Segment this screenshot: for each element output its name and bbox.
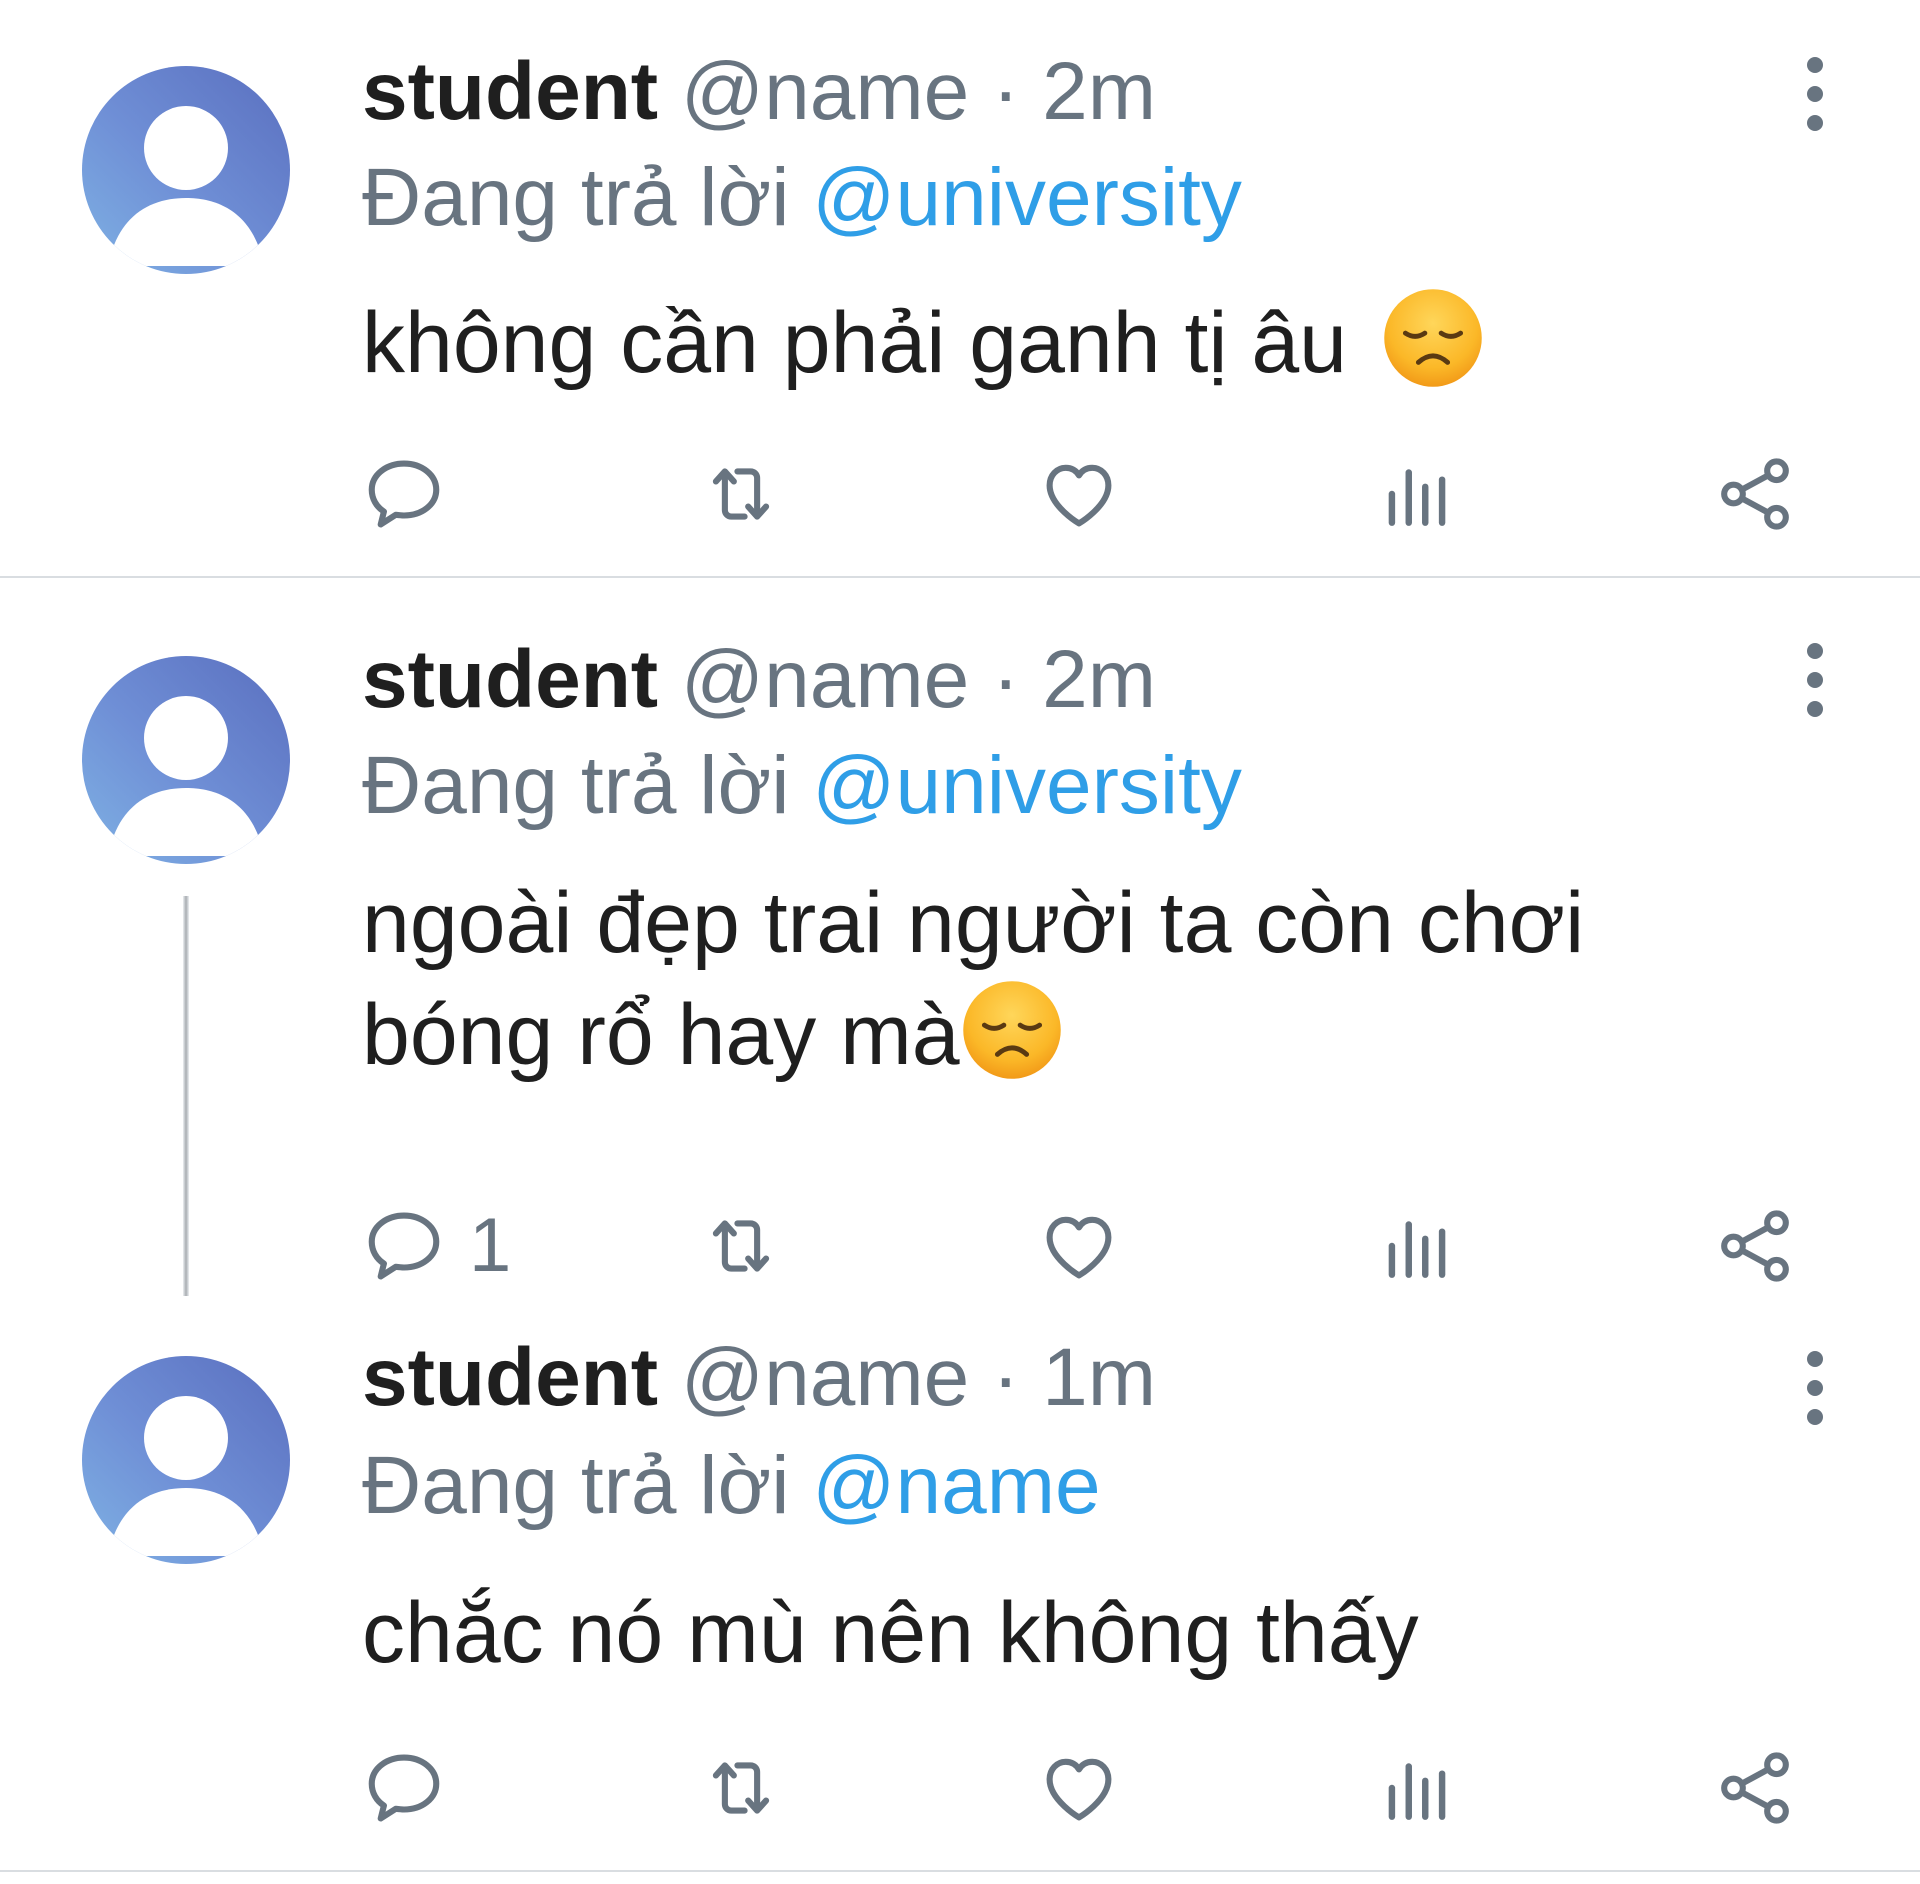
tweet-text: chắc nó mù nên không thấy [362, 1578, 1782, 1688]
retweet-icon [698, 451, 784, 537]
default-user-icon [82, 1356, 290, 1564]
avatar[interactable] [82, 66, 290, 274]
mention-link[interactable]: @university [812, 152, 1242, 243]
views-button[interactable] [1374, 1196, 1460, 1296]
divider [0, 1870, 1920, 1872]
disappointed-face-emoji [1381, 286, 1485, 390]
reply-count: 1 [469, 1203, 512, 1288]
display-name[interactable]: student [362, 46, 658, 137]
reply-button[interactable] [361, 444, 469, 544]
timestamp[interactable]: 2m [1042, 46, 1156, 137]
tweet-text-content: chắc nó mù nên không thấy [362, 1585, 1419, 1681]
mention-link[interactable]: @university [812, 740, 1242, 831]
reply-icon [361, 1203, 447, 1289]
display-name[interactable]: student [362, 1332, 658, 1423]
separator-dot: · [992, 634, 1020, 725]
reply-icon [361, 451, 447, 537]
default-user-icon [82, 656, 290, 864]
user-handle[interactable]: @name [681, 634, 969, 725]
bar-chart-icon [1374, 451, 1460, 537]
heart-icon [1036, 451, 1122, 537]
share-icon [1712, 451, 1798, 537]
tweet-text: ngoài đẹp trai người ta còn chơi bóng rổ… [362, 868, 1782, 1090]
share-icon [1712, 1745, 1798, 1831]
tweet-header: student @name · 2m [362, 44, 1156, 140]
share-icon [1712, 1203, 1798, 1289]
more-options-icon[interactable] [1800, 1348, 1830, 1428]
views-button[interactable] [1374, 444, 1460, 544]
retweet-button[interactable] [698, 1738, 784, 1838]
tweet-text-line: bóng rổ hay mà [362, 978, 1782, 1090]
tweet-header: student @name · 2m [362, 632, 1156, 728]
share-button[interactable] [1712, 1738, 1798, 1838]
like-button[interactable] [1036, 1196, 1122, 1296]
replying-prefix: Đang trả lời [362, 152, 790, 243]
user-handle[interactable]: @name [681, 1332, 969, 1423]
tweet[interactable]: student @name · 2m Đang trả lời @univers… [0, 578, 1920, 1296]
retweet-icon [698, 1745, 784, 1831]
separator-dot: · [992, 1332, 1020, 1423]
tweet-header: student @name · 1m [362, 1330, 1156, 1426]
bar-chart-icon [1374, 1203, 1460, 1289]
tweet[interactable]: student @name · 2m Đang trả lời @univers… [0, 0, 1920, 578]
replying-prefix: Đang trả lời [362, 740, 790, 831]
reply-button[interactable] [361, 1738, 469, 1838]
user-handle[interactable]: @name [681, 46, 969, 137]
timestamp[interactable]: 1m [1042, 1332, 1156, 1423]
tweet-text-content: không cần phải ganh tị âu [362, 295, 1348, 391]
replying-to: Đang trả lời @university [362, 738, 1242, 834]
replying-prefix: Đang trả lời [362, 1440, 790, 1531]
timestamp[interactable]: 2m [1042, 634, 1156, 725]
tweet-text-content: bóng rổ hay mà [362, 987, 960, 1083]
tweet-feed: student @name · 2m Đang trả lời @univers… [0, 0, 1920, 1884]
more-options-icon[interactable] [1800, 640, 1830, 720]
retweet-icon [698, 1203, 784, 1289]
mention-link[interactable]: @name [812, 1440, 1100, 1531]
retweet-button[interactable] [698, 1196, 784, 1296]
bar-chart-icon [1374, 1745, 1460, 1831]
heart-icon [1036, 1203, 1122, 1289]
replying-to: Đang trả lời @name [362, 1438, 1101, 1534]
like-button[interactable] [1036, 444, 1122, 544]
reply-icon [361, 1745, 447, 1831]
retweet-button[interactable] [698, 444, 784, 544]
tweet-text: không cần phải ganh tị âu [362, 286, 1782, 398]
tweet[interactable]: student @name · 1m Đang trả lời @name ch… [0, 1288, 1920, 1884]
heart-icon [1036, 1745, 1122, 1831]
disappointed-face-emoji [960, 978, 1064, 1082]
tweet-text-line: ngoài đẹp trai người ta còn chơi [362, 875, 1585, 971]
share-button[interactable] [1712, 1196, 1798, 1296]
display-name[interactable]: student [362, 634, 658, 725]
share-button[interactable] [1712, 444, 1798, 544]
reply-button[interactable]: 1 [361, 1196, 511, 1296]
avatar[interactable] [82, 1356, 290, 1564]
thread-connector-line [183, 896, 189, 1296]
avatar[interactable] [82, 656, 290, 864]
like-button[interactable] [1036, 1738, 1122, 1838]
separator-dot: · [992, 46, 1020, 137]
more-options-icon[interactable] [1800, 54, 1830, 134]
default-user-icon [82, 66, 290, 274]
views-button[interactable] [1374, 1738, 1460, 1838]
replying-to: Đang trả lời @university [362, 150, 1242, 246]
